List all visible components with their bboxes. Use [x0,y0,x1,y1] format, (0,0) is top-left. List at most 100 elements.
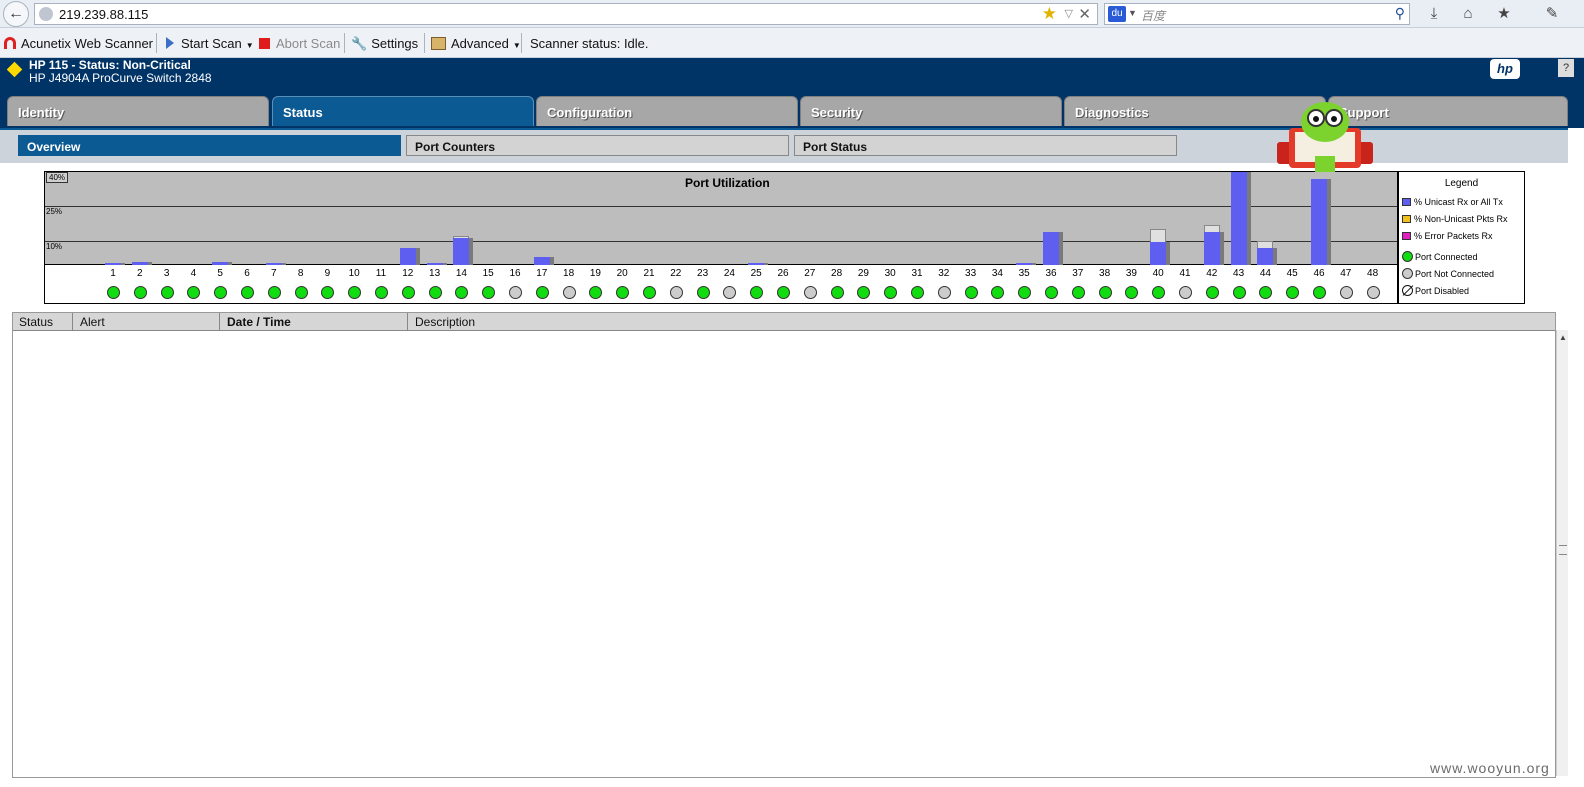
acunetix-brand-label: Acunetix Web Scanner [21,36,153,51]
port-status-dot[interactable] [1125,286,1139,299]
scroll-up-icon[interactable]: ▲ [1557,332,1569,344]
port-status-dot[interactable] [482,286,496,299]
port-status-dot[interactable] [214,286,228,299]
abort-scan-button[interactable]: Abort Scan [259,36,340,51]
port-number-label: 48 [1367,268,1379,279]
settings-button[interactable]: 🔧 Settings [351,36,418,52]
port-status-dot[interactable] [401,286,415,299]
utilization-bar [1230,172,1247,265]
bookmark-star-icon[interactable]: ★ [1042,4,1057,24]
column-header-description[interactable]: Description [409,313,1555,331]
port-status-dot[interactable] [1179,286,1192,299]
history-dropdown-icon[interactable]: ▽ [1065,7,1073,20]
tab-identity[interactable]: Identity [7,96,269,126]
search-engine-dropdown-icon[interactable]: ▼ [1128,8,1137,18]
subtab-overview[interactable]: Overview [18,135,401,156]
port-status-dot[interactable] [187,286,201,299]
port-status-dot[interactable] [455,286,469,299]
port-status-dot[interactable] [964,286,978,299]
port-status-dot[interactable] [1313,286,1326,299]
y-tick-10: 10% [46,242,63,251]
port-status-dot[interactable] [133,286,147,299]
back-button[interactable]: ← [3,1,29,27]
chevron-down-icon: ▼ [245,41,254,50]
port-status-dot[interactable] [1232,286,1246,299]
port-status-dot[interactable] [294,286,308,299]
port-status-dot[interactable] [777,286,790,299]
gridline [45,206,1397,207]
toolbar-divider [424,33,425,53]
search-engine-icon[interactable]: du [1108,6,1126,22]
port-status-dot[interactable] [1259,286,1273,299]
port-status-dot[interactable] [911,286,924,299]
help-button[interactable]: ? [1558,59,1574,77]
subtab-port-status[interactable]: Port Status [794,135,1177,156]
port-status-dot[interactable] [375,286,388,299]
home-icon[interactable]: ⌂ [1458,4,1478,24]
advanced-button[interactable]: Advanced ▼ [431,36,521,51]
port-status-dot[interactable] [1045,286,1058,299]
hp-logo[interactable]: hp [1490,59,1520,79]
port-status-dot[interactable] [669,286,683,299]
port-status-dot[interactable] [830,286,844,299]
vertical-scrollbar[interactable]: ▲ [1556,330,1568,776]
port-status-dot[interactable] [1366,286,1380,299]
stop-icon[interactable]: ✕ [1078,5,1091,23]
browser-window: ← 219.239.88.115 ★ ▽ ✕ du ▼ 百度 ⚲ ⤓ ⌂ ★ ✎… [0,0,1584,787]
y-tick-25: 25% [46,207,63,216]
port-status-dot[interactable] [750,286,764,299]
port-status-dot[interactable] [1018,286,1032,299]
port-status-dot[interactable] [509,286,522,299]
port-number-label: 7 [271,268,277,279]
tab-security[interactable]: Security [800,96,1062,126]
port-status-dot[interactable] [107,286,120,299]
port-status-dot[interactable] [937,286,951,299]
port-status-dot[interactable] [1205,286,1219,299]
bookmarks-menu-icon[interactable]: ★ [1494,4,1514,24]
search-box[interactable]: du ▼ 百度 ⚲ [1104,3,1410,25]
port-status-dot[interactable] [241,286,254,299]
port-status-dot[interactable] [1152,286,1166,299]
port-status-dot[interactable] [696,286,710,299]
port-status-dot[interactable] [562,286,576,299]
port-status-dot[interactable] [1098,286,1112,299]
column-header-alert[interactable]: Alert [74,313,220,331]
port-status-dot[interactable] [723,286,737,299]
port-status-dot[interactable] [348,286,362,299]
port-status-dot[interactable] [884,286,898,299]
port-status-dot[interactable] [160,286,174,299]
port-status-dot[interactable] [267,286,281,299]
port-status-dot[interactable] [857,286,871,299]
scroll-grip-icon[interactable] [1559,545,1567,555]
download-icon[interactable]: ⤓ [1424,4,1444,24]
port-number-label: 42 [1206,268,1218,279]
y-tick-label: 40% [46,172,69,183]
scanner-status: Scanner status: Idle. [530,36,649,51]
search-magnifier-icon[interactable]: ⚲ [1395,5,1405,22]
acunetix-brand[interactable]: Acunetix Web Scanner [4,36,153,51]
address-bar[interactable]: 219.239.88.115 ★ ▽ ✕ [34,3,1098,25]
legend-port-connected: Port Connected [1402,251,1478,262]
port-status-dot[interactable] [1286,286,1300,299]
search-placeholder[interactable]: 百度 [1141,7,1165,24]
column-header-date-time[interactable]: Date / Time [221,313,408,331]
port-status-dot[interactable] [535,286,549,299]
column-header-status[interactable]: Status [13,313,73,331]
tab-status[interactable]: Status [272,96,534,126]
port-status-dot[interactable] [616,286,630,299]
legend-unicast-label: % Unicast Rx or All Tx [1414,197,1503,207]
subtab-port-counters[interactable]: Port Counters [406,135,789,156]
port-status-dot[interactable] [991,286,1005,299]
start-scan-button[interactable]: Start Scan ▼ [166,36,254,51]
port-status-dot[interactable] [321,286,335,299]
extension-icon[interactable]: ✎ [1542,4,1562,24]
port-status-dot[interactable] [643,286,656,299]
port-status-dot[interactable] [1071,286,1085,299]
tab-configuration[interactable]: Configuration [536,96,798,126]
port-status-dot[interactable] [428,286,442,299]
port-status-dot[interactable] [803,286,817,299]
url-text[interactable]: 219.239.88.115 [59,7,148,22]
port-status-dot[interactable] [1339,286,1353,299]
legend-unicast: % Unicast Rx or All Tx [1402,197,1503,207]
port-status-dot[interactable] [589,286,603,299]
